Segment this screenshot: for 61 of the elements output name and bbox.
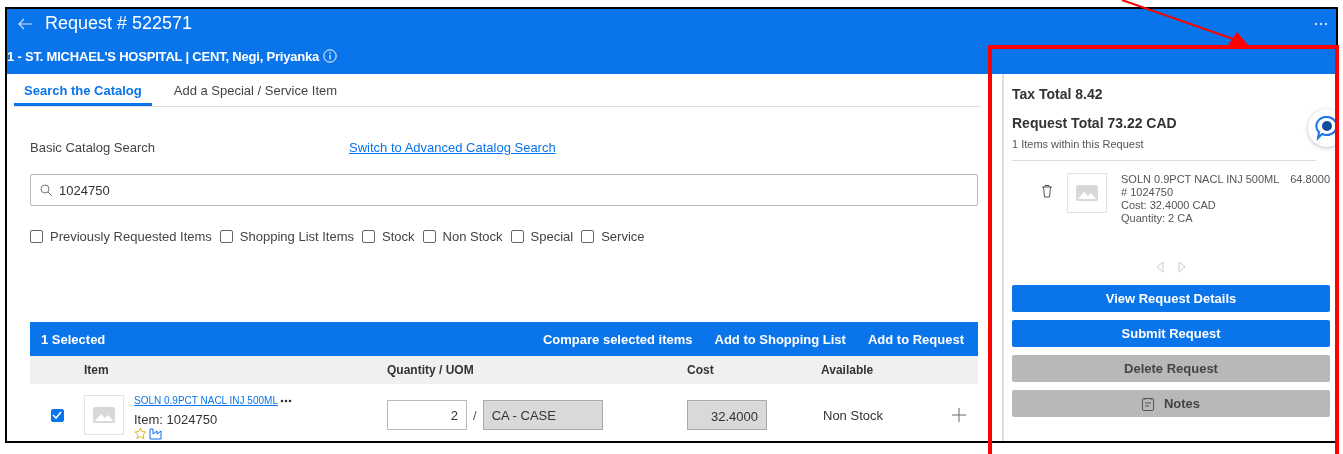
- tax-total: Tax Total 8.42: [1012, 86, 1104, 102]
- star-icon[interactable]: [134, 427, 147, 440]
- more-icon[interactable]: [1314, 21, 1328, 26]
- search-icon: [40, 184, 52, 196]
- image-placeholder-icon: [84, 395, 124, 435]
- checkbox-label: Special: [530, 228, 574, 244]
- column-header: Item: [84, 363, 110, 377]
- quantity-field[interactable]: 2: [387, 400, 467, 430]
- checkbox[interactable]: [422, 229, 436, 243]
- check-icon: [52, 411, 62, 419]
- checkbox[interactable]: [219, 229, 233, 243]
- notepad-icon: [1141, 396, 1154, 411]
- uom-field[interactable]: CA - CASE: [482, 400, 603, 430]
- items-count: 1 Items within this Request: [1012, 138, 1316, 161]
- image-placeholder-icon: [1067, 173, 1107, 213]
- action-button[interactable]: Submit Request: [1012, 320, 1330, 347]
- action-button[interactable]: View Request Details: [1012, 285, 1330, 312]
- action-button[interactable]: Notes: [1012, 390, 1330, 417]
- checkbox[interactable]: [50, 408, 64, 422]
- checkbox-label: Previously Requested Items: [50, 228, 212, 244]
- info-icon[interactable]: [323, 49, 338, 63]
- checkbox-label: Shopping List Items: [239, 228, 355, 244]
- page-title: Request # 522571: [45, 13, 193, 34]
- trash-icon[interactable]: [1041, 184, 1053, 198]
- tab[interactable]: Add a Special / Service Item: [163, 74, 348, 106]
- toolbar-link[interactable]: Add to Shopping List: [714, 331, 846, 347]
- search-label: Basic Catalog Search: [30, 139, 156, 155]
- availability-text: Non Stock: [823, 407, 883, 423]
- item-cost: Cost: 32.4000 CAD: [1121, 199, 1217, 212]
- checkbox[interactable]: [510, 229, 524, 243]
- checkbox[interactable]: [362, 229, 376, 243]
- checkbox-label: Stock: [382, 228, 415, 244]
- separator-text: /: [473, 407, 477, 423]
- item-link[interactable]: SOLN 0.9PCT NACL INJ 500ML: [134, 395, 278, 406]
- column-header: Cost: [687, 363, 715, 377]
- back-arrow-icon[interactable]: [17, 17, 33, 30]
- search-field[interactable]: 1024750: [30, 174, 978, 206]
- tab[interactable]: Search the Catalog: [14, 74, 152, 106]
- advanced-search-link[interactable]: Switch to Advanced Catalog Search: [349, 139, 556, 155]
- item-number: Item: 1024750: [134, 412, 219, 427]
- checkbox[interactable]: [581, 229, 595, 243]
- action-button[interactable]: Delete Request: [1012, 355, 1330, 382]
- chat-bubble-icon: [1314, 115, 1336, 141]
- column-header: Available: [821, 363, 875, 377]
- item-quantity: Quantity: 2 CA: [1121, 212, 1194, 225]
- more-icon: [279, 398, 292, 403]
- toolbar-link[interactable]: Add to Request: [867, 331, 964, 347]
- column-header: Quantity / UOM: [387, 363, 475, 377]
- item-number: # 1024750: [1121, 186, 1174, 199]
- toolbar-link[interactable]: Compare selected items: [542, 331, 693, 347]
- checkbox-label: Service: [601, 228, 645, 244]
- chat-button[interactable]: [1308, 109, 1336, 147]
- checkbox-label: Non Stock: [442, 228, 503, 244]
- selected-count: 1 Selected: [41, 331, 106, 347]
- item-name: SOLN 0.9PCT NACL INJ 500ML: [1121, 173, 1280, 186]
- cost-field: 32.4000: [687, 400, 767, 430]
- requester-info: 1 - ST. MICHAEL'S HOSPITAL | CENT, Negi, Priyanka: [7, 48, 320, 64]
- item-amount: 64.8000: [1290, 173, 1330, 186]
- request-total: Request Total 73.22 CAD: [1012, 115, 1178, 131]
- checkbox[interactable]: [30, 229, 43, 243]
- factory-icon[interactable]: [149, 427, 164, 440]
